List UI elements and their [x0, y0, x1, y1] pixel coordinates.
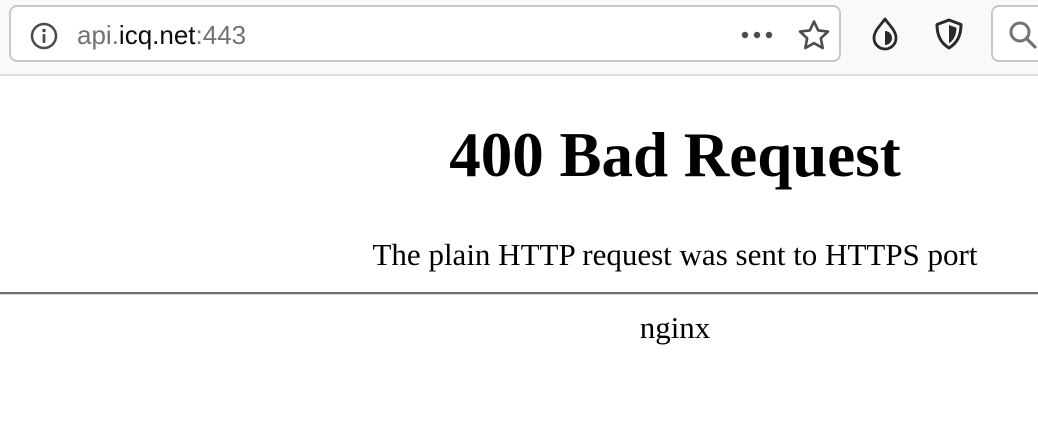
- more-icon[interactable]: [739, 27, 775, 43]
- page-content: 400 Bad Request The plain HTTP request w…: [0, 76, 1038, 438]
- url-text[interactable]: api.icq.net:443: [77, 18, 246, 52]
- url-port: :443: [195, 20, 247, 50]
- url-prefix: api.: [77, 20, 119, 50]
- url-host: icq.net: [118, 20, 196, 50]
- page-title: 400 Bad Request: [449, 120, 901, 190]
- error-message: The plain HTTP request was sent to HTTPS…: [372, 237, 978, 272]
- search-box[interactable]: [991, 5, 1038, 62]
- shield-icon[interactable]: [931, 16, 967, 52]
- browser-toolbar: api.icq.net:443: [0, 0, 1038, 76]
- url-bar[interactable]: api.icq.net:443: [9, 5, 841, 62]
- info-icon[interactable]: [29, 21, 59, 51]
- star-icon[interactable]: [797, 19, 831, 51]
- search-icon: [1007, 19, 1038, 51]
- droplet-icon[interactable]: [867, 16, 903, 52]
- server-signature: nginx: [639, 310, 711, 345]
- horizontal-divider: [0, 292, 1038, 295]
